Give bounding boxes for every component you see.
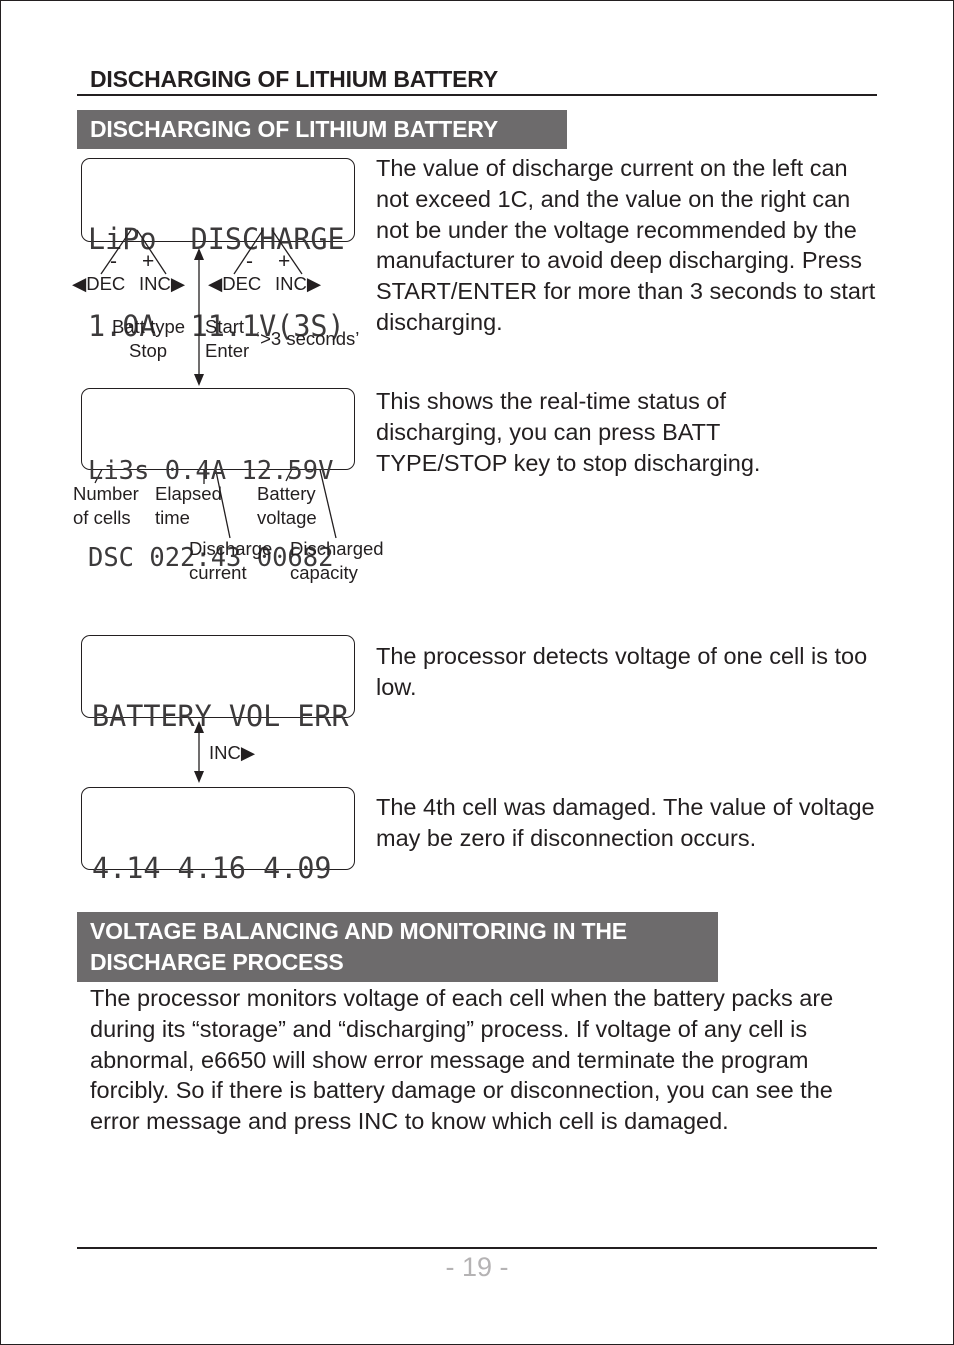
hold-time-label: ‘>3 seconds’ [256,328,360,349]
status-description: This shows the real-time status of disch… [376,388,761,476]
plus-label-right: + [278,250,291,273]
lcd-cell-voltages: 4.14 4.16 4.09 2.18 0.00 0.00 [81,787,355,970]
cells-description: The 4th cell was damaged. The value of v… [376,794,875,851]
lcd-line-1: LiPo DISCHARGE [88,222,345,256]
inc-key-right: INC▶ [275,273,322,294]
minus-label-left: - [110,250,117,273]
section-banner-balancing: VOLTAGE BALANCING AND MONITORING IN THE … [77,912,718,982]
title-rule [77,94,877,96]
lcd-line-1: 4.14 4.16 4.09 [92,851,332,885]
callout-number-of-cells: Number of cells [73,483,139,528]
page-title: DISCHARGING OF LITHIUM BATTERY [90,66,498,92]
inc-key-label: INC▶ [209,742,256,763]
callout-battery-voltage: Battery voltage [257,483,317,528]
inc-key-left: INC▶ [139,273,186,294]
lcd-line-1: BATTERY VOL ERR [92,699,349,733]
lcd-voltage-error: BATTERY VOL ERR CELL LOW VOL [81,635,355,818]
callout-discharge-current: Discharge current [189,538,273,583]
batt-type-label: Batt type [112,316,186,337]
footer-rule [77,1247,877,1249]
error-description: The processor detects voltage of one cel… [376,643,868,700]
minus-label-right: - [246,250,253,273]
callout-discharged-capacity: Discharged capacity [290,538,384,583]
lcd-discharge-setup: LiPo DISCHARGE 1.0A 11.1V(3S) [81,158,355,341]
balancing-body: The processor monitors voltage of each c… [90,985,834,1135]
section-banner-discharging: DISCHARGING OF LITHIUM BATTERY [77,110,567,149]
lcd-discharge-status: Li3s 0.4A 12.59V DSC 022:43 00682 [81,388,355,573]
callout-elapsed-time: Elapsed time [155,483,222,528]
page-number: - 19 - [445,1252,509,1282]
dec-key-right: ◀DEC [208,273,262,294]
setup-description: The value of discharge current on the le… [376,155,876,335]
stop-label: Stop [129,340,168,361]
dec-key-left: ◀DEC [72,273,126,294]
start-label: Start [205,316,245,337]
enter-label: Enter [205,340,250,361]
plus-label-left: + [142,250,155,273]
